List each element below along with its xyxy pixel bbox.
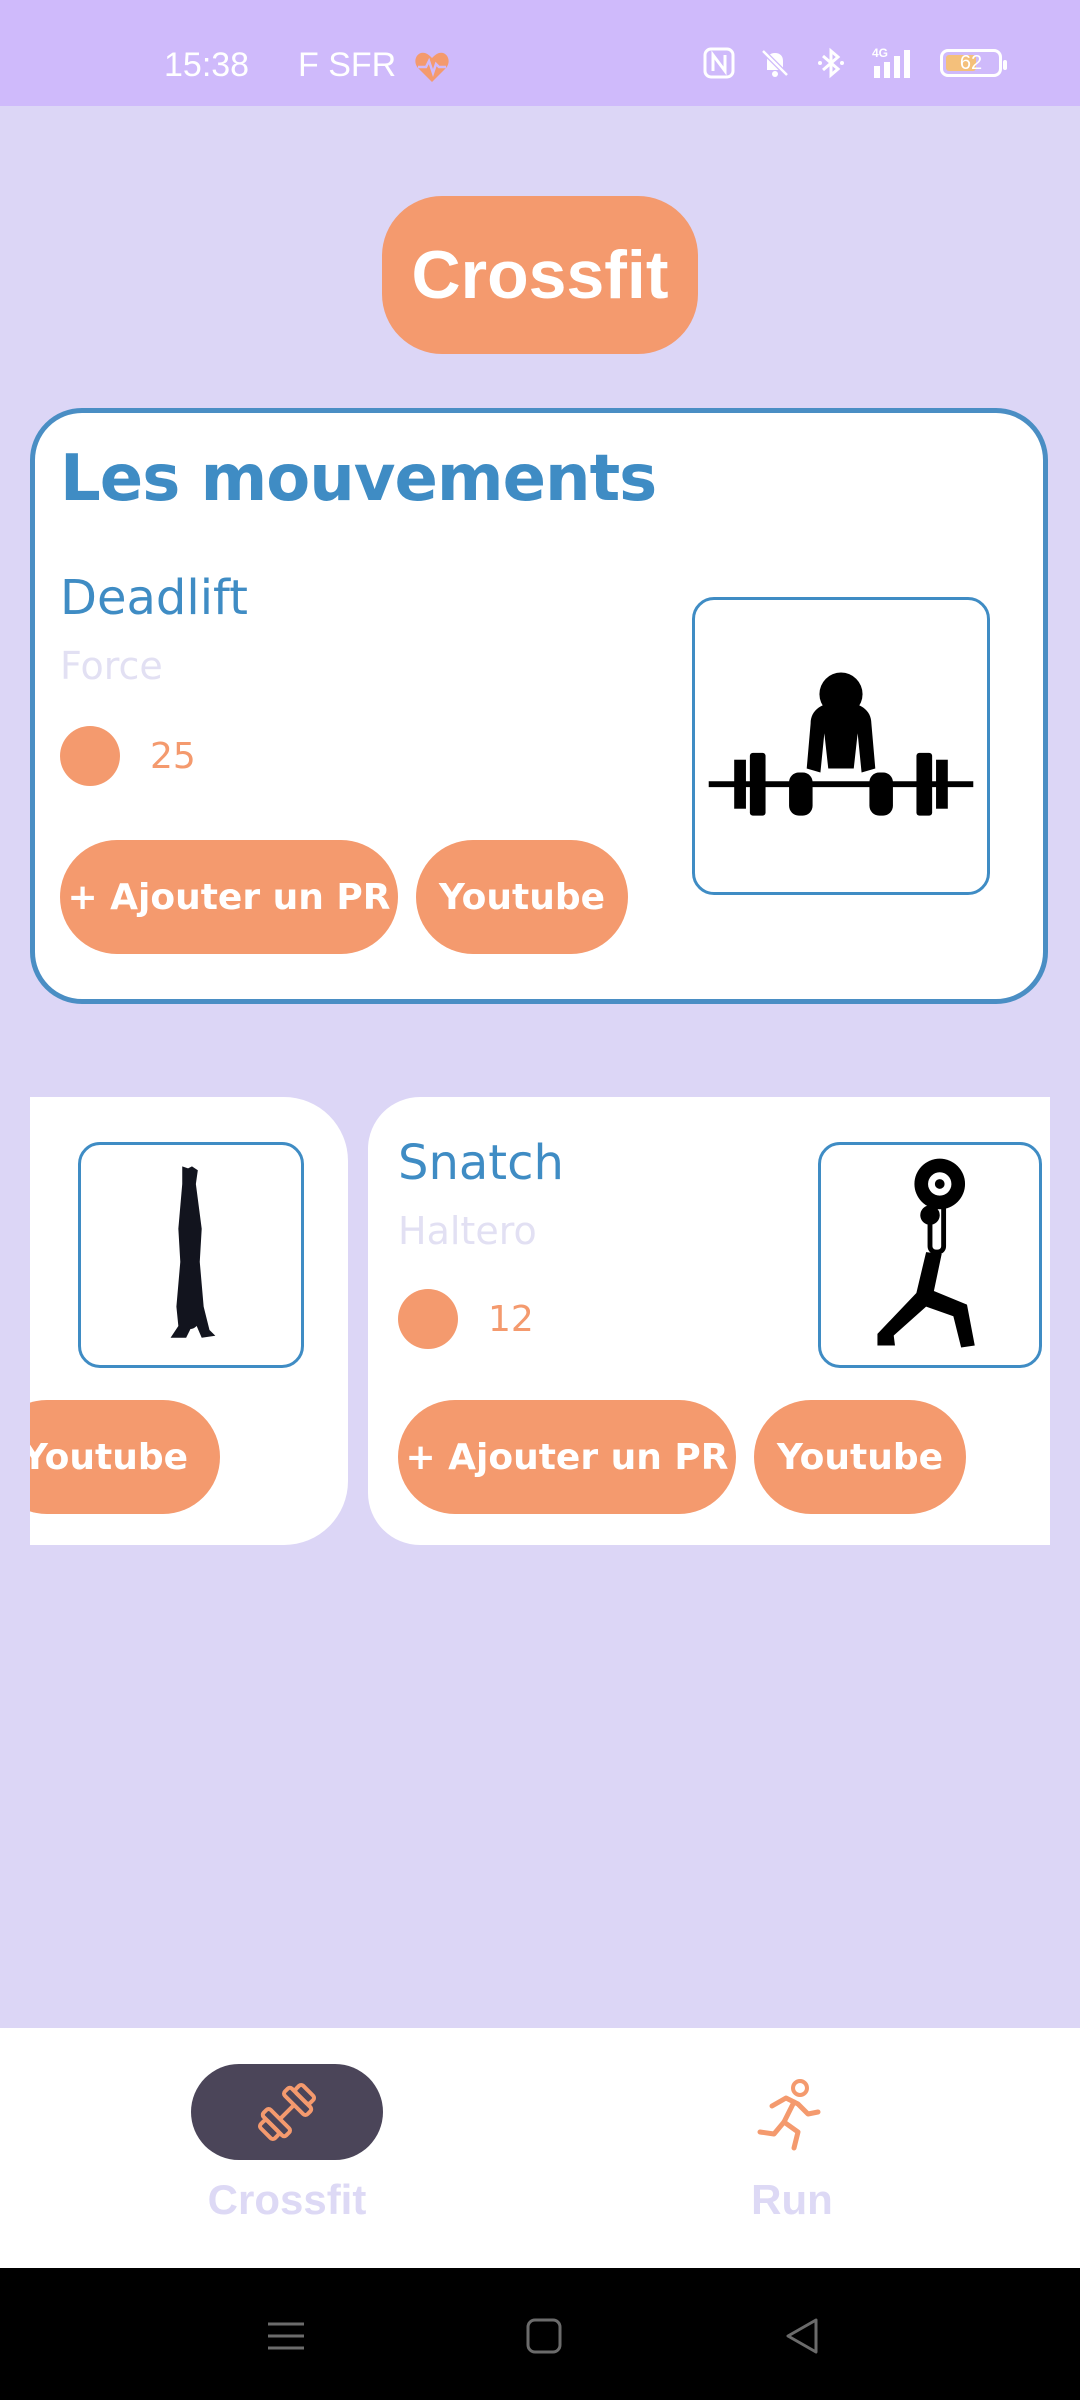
dumbbell-icon: [257, 2082, 317, 2142]
count-dot: [60, 726, 120, 786]
movement-card-snatch: Snatch Haltero 12 + Ajouter un PR Youtub…: [368, 1097, 1050, 1545]
movement-card-handstand: Youtube: [30, 1097, 348, 1545]
signal-4g-icon: 4G: [872, 46, 910, 78]
home-icon[interactable]: [522, 2314, 566, 2358]
pr-count: 12: [488, 1299, 534, 1340]
back-icon[interactable]: [780, 2314, 824, 2358]
pr-count: 25: [150, 736, 196, 777]
status-time: 15:38: [164, 46, 250, 84]
heart-pulse-icon: [415, 52, 449, 82]
section-title: Les mouvements: [60, 442, 657, 516]
bottom-nav: [0, 2028, 1080, 2268]
status-bar: 15:38 F SFR 4G 62: [0, 0, 1080, 106]
bluetooth-icon: [818, 47, 844, 79]
menu-icon[interactable]: [264, 2314, 308, 2358]
nav-label-crossfit[interactable]: Crossfit: [137, 2176, 437, 2224]
running-icon: [757, 2079, 821, 2151]
add-pr-button[interactable]: + Ajouter un PR: [398, 1400, 736, 1514]
youtube-button[interactable]: Youtube: [30, 1400, 220, 1514]
movement-name: Deadlift: [60, 570, 248, 626]
nav-item-run[interactable]: [752, 2078, 828, 2154]
nav-label-run[interactable]: Run: [642, 2176, 942, 2224]
youtube-button[interactable]: Youtube: [416, 840, 628, 954]
youtube-button[interactable]: Youtube: [754, 1400, 966, 1514]
status-icons: 4G 62: [702, 46, 1007, 80]
nav-item-crossfit[interactable]: [191, 2064, 383, 2160]
movement-category: Haltero: [398, 1209, 537, 1253]
movement-category: Force: [60, 644, 163, 688]
page-title: Crossfit: [382, 196, 698, 354]
battery-icon: 62: [940, 49, 1007, 77]
svg-text:4G: 4G: [872, 46, 888, 60]
nfc-icon: [703, 47, 735, 79]
movement-name: Snatch: [398, 1135, 564, 1191]
deadlift-icon: [692, 597, 990, 895]
handstand-icon: [78, 1142, 304, 1368]
snatch-icon: [818, 1142, 1042, 1368]
add-pr-button[interactable]: + Ajouter un PR: [60, 840, 398, 954]
mute-bell-icon: [761, 49, 789, 77]
status-carrier: F SFR: [298, 46, 397, 84]
count-dot: [398, 1289, 458, 1349]
